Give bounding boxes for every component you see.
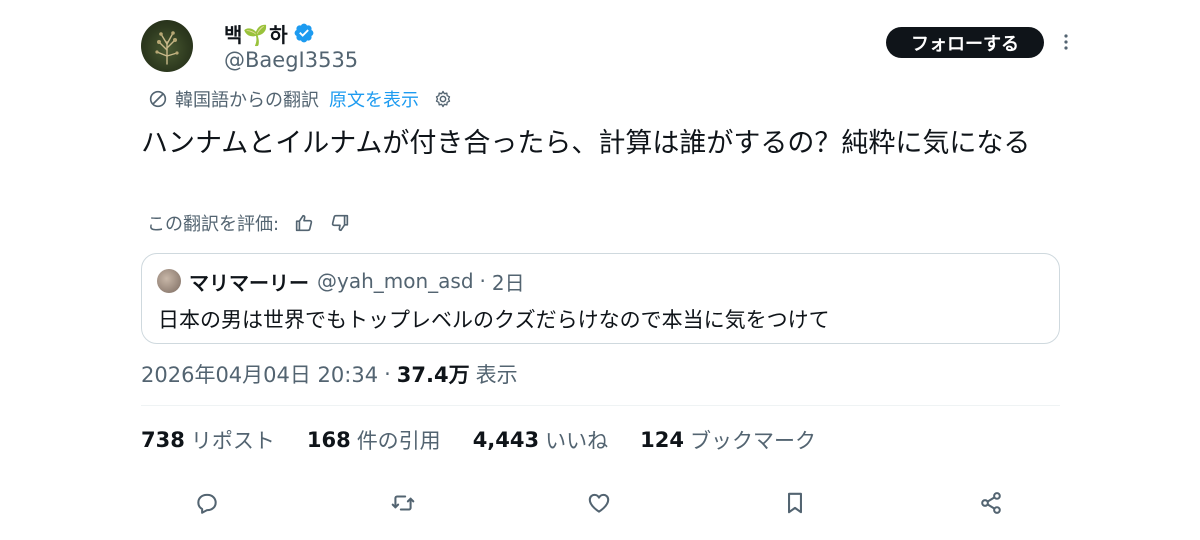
tweet-text: ハンナムとイルナムが付き合ったら、計算は誰がするの？純粋に気になる xyxy=(141,128,1031,159)
quoted-author-avatar xyxy=(157,269,181,293)
rate-translation-row: この翻訳を評価: xyxy=(147,210,351,236)
author-handle[interactable]: @BaegI3535 xyxy=(224,48,358,72)
reposts-stat[interactable]: 738 リポスト xyxy=(141,425,275,455)
quoted-author-name: マリマーリー xyxy=(189,270,309,295)
quoted-tweet-text: 日本の男は世界でもトップレベルのクズだらけなので本当に気をつけて xyxy=(158,308,830,332)
quotes-stat[interactable]: 168 件の引用 xyxy=(307,425,441,455)
like-icon xyxy=(588,493,610,513)
show-original-link[interactable]: 原文を表示 xyxy=(329,86,419,112)
bookmarks-stat[interactable]: 124 ブックマーク xyxy=(640,425,816,455)
share-button[interactable] xyxy=(976,488,1006,518)
divider xyxy=(141,405,1060,406)
translate-icon xyxy=(149,90,167,108)
verified-badge-icon xyxy=(293,22,315,44)
tweet-meta-row: 2026年04月04日 20:34 · 37.4万 表示 xyxy=(141,358,518,390)
translation-row: 韓国語からの翻訳 原文を表示 xyxy=(147,85,453,113)
likes-stat[interactable]: 4,443 いいね xyxy=(473,425,608,455)
reposts-count: 738 xyxy=(141,428,185,452)
views-count: 37.4万 xyxy=(396,363,470,387)
tweet-timestamp[interactable]: 2026年04月04日 20:34 xyxy=(141,359,378,389)
engagement-stats-row: 738 リポスト 168 件の引用 4,443 いいね 124 ブックマーク xyxy=(141,424,848,456)
thumbs-up-button[interactable] xyxy=(293,212,315,234)
reply-button[interactable] xyxy=(192,488,222,518)
quoted-author-handle: @yah_mon_asd xyxy=(317,269,474,293)
translated-from-label: 韓国語からの翻訳 xyxy=(175,90,319,111)
quotes-label: 件の引用 xyxy=(356,429,441,453)
likes-label: いいね xyxy=(545,429,609,453)
gear-icon xyxy=(435,90,451,108)
quoted-separator: · xyxy=(479,269,486,293)
author-display-name[interactable]: 백🌱하 xyxy=(224,19,289,48)
thumbs-down-icon xyxy=(331,214,349,232)
author-avatar[interactable] xyxy=(141,20,193,72)
bookmarks-count: 124 xyxy=(640,428,684,452)
bookmark-icon xyxy=(788,492,802,514)
views-label: 表示 xyxy=(475,363,518,387)
plant-avatar-icon xyxy=(155,31,179,65)
bookmarks-label: ブックマーク xyxy=(689,429,816,453)
more-vertical-icon xyxy=(1064,34,1068,50)
meta-separator: · xyxy=(384,362,391,386)
quoted-tweet-time: 2日 xyxy=(491,270,525,295)
follow-button[interactable]: フォローする xyxy=(886,27,1044,58)
rate-translation-label: この翻訳を評価: xyxy=(147,214,280,235)
reposts-label: リポスト xyxy=(190,429,275,453)
thumbs-up-icon xyxy=(295,214,313,232)
author-name-row[interactable]: 백🌱하 xyxy=(224,18,315,48)
repost-button[interactable] xyxy=(388,488,418,518)
quoted-tweet-card[interactable]: マリマーリー @yah_mon_asd · 2日 日本の男は世界でもトップレベル… xyxy=(141,253,1060,344)
likes-count: 4,443 xyxy=(472,428,540,452)
repost-icon xyxy=(391,495,415,511)
translation-settings-button[interactable] xyxy=(433,89,453,109)
share-icon xyxy=(981,492,1001,514)
like-button[interactable] xyxy=(584,488,614,518)
thumbs-down-button[interactable] xyxy=(329,212,351,234)
reply-icon xyxy=(197,493,217,514)
quoted-tweet-header: マリマーリー @yah_mon_asd · 2日 xyxy=(157,267,525,295)
quotes-count: 168 xyxy=(306,428,351,452)
bookmark-button[interactable] xyxy=(780,488,810,518)
more-options-button[interactable] xyxy=(1056,28,1076,56)
